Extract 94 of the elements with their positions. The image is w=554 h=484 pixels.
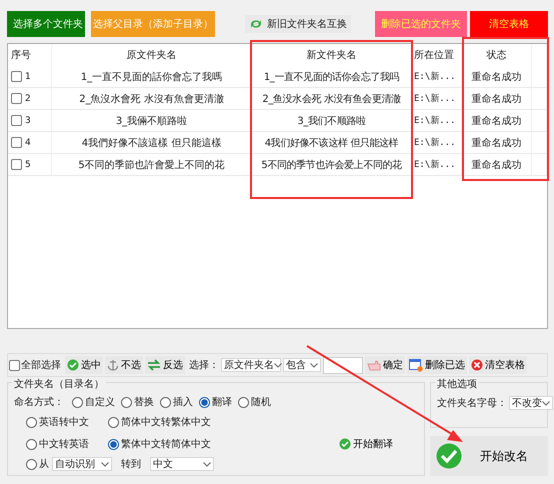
- table-cell-text: E:\新...: [414, 158, 456, 171]
- column-header: 所在位置: [412, 44, 462, 66]
- checkbox[interactable]: [11, 115, 22, 126]
- column-header: 状态: [462, 44, 532, 66]
- row-number: 2: [25, 94, 31, 104]
- table-cell-text: 2_魚沒水會死 水沒有魚會更清澈: [79, 92, 224, 106]
- check-circle-icon: [67, 359, 79, 371]
- toolbar-button[interactable]: 清空表格: [469, 356, 527, 374]
- group-title: 文件夹名（目录名）: [12, 377, 106, 391]
- anchor-icon: [107, 359, 119, 371]
- table-cell-text: 重命名成功: [472, 70, 522, 84]
- radio-button[interactable]: [26, 458, 37, 470]
- radio-button[interactable]: [121, 396, 132, 408]
- table-cell-text: 1_一直不見面的話你會忘了我嗎: [80, 70, 222, 84]
- row-number: 5: [25, 160, 31, 170]
- checkbox[interactable]: [11, 71, 22, 82]
- text-field[interactable]: [323, 356, 363, 374]
- radio-button[interactable]: [26, 438, 37, 450]
- radio-label: 随机: [251, 396, 271, 409]
- radio-button[interactable]: [199, 396, 210, 408]
- table-cell-text: 4我们好像不该这样 但只能这样: [264, 136, 398, 150]
- dropdown[interactable]: 不改变: [509, 396, 553, 410]
- dropdown[interactable]: 原文件夹名: [221, 358, 281, 372]
- dropdown-caret-icon: [274, 362, 282, 368]
- table-cell-text: 重命名成功: [472, 114, 522, 128]
- dropdown-caret-icon: [203, 462, 211, 466]
- table-cell-text: 4我們好像不該這樣 但只能這樣: [82, 136, 222, 150]
- radio-label: 英语转中文: [39, 416, 89, 429]
- field-label: 命名方式：: [14, 396, 64, 409]
- dropdown-caret-icon: [101, 462, 109, 466]
- toolbar-button[interactable]: 选择多个文件夹: [7, 11, 85, 37]
- radio-label: 繁体中文转简体中文: [121, 438, 211, 451]
- radio-button[interactable]: [108, 438, 119, 450]
- checkbox[interactable]: [11, 93, 22, 104]
- table-cell-text: E:\新...: [414, 70, 456, 83]
- dropdown-caret-icon: [310, 362, 318, 368]
- translate-button[interactable]: 开始翻译: [339, 437, 393, 451]
- checkbox[interactable]: [9, 360, 20, 370]
- radio-label: 自定义: [85, 396, 115, 409]
- checkbox[interactable]: [11, 159, 22, 170]
- table-cell-text: 重命名成功: [472, 136, 522, 150]
- table-cell-text: E:\新...: [414, 92, 456, 105]
- toolbar-button[interactable]: 反选: [145, 356, 185, 374]
- table-cell-text: E:\新...: [414, 114, 456, 127]
- check-circle-icon: [339, 438, 351, 450]
- radio-label: 翻译: [212, 396, 232, 409]
- radio-label: 插入: [173, 396, 193, 409]
- check-circle-icon: [436, 443, 462, 469]
- filter-label: 选择：: [189, 358, 219, 372]
- row-number: 3: [25, 116, 31, 126]
- field-label: 转到: [121, 458, 141, 471]
- row-number: 4: [25, 138, 31, 148]
- toolbar-button[interactable]: 删除已选: [407, 356, 467, 374]
- column-header: 新文件夹名: [252, 44, 412, 66]
- toolbar-button[interactable]: 确定: [365, 356, 405, 374]
- table-cell-text: 3_我们不顺路啦: [297, 114, 366, 128]
- window-delete-icon: [409, 358, 423, 372]
- column-header: 原文件夹名: [52, 44, 252, 66]
- table-cell-text: 1_一直不见面的话你会忘了我吗: [264, 70, 400, 84]
- column-header: 序号: [8, 44, 52, 66]
- checkbox-label: 全部选择: [21, 358, 61, 372]
- radio-button[interactable]: [238, 396, 249, 408]
- hand-icon: [367, 359, 381, 371]
- radio-button[interactable]: [72, 396, 83, 408]
- radio-button[interactable]: [108, 416, 119, 428]
- start-button[interactable]: 开始改名: [430, 436, 548, 476]
- clear-x-icon: [471, 359, 483, 371]
- table-cell-text: 重命名成功: [472, 92, 522, 106]
- table-cell-text: 3_我倆不順路啦: [116, 114, 188, 128]
- radio-label: 替换: [134, 396, 154, 409]
- row-number: 1: [25, 72, 31, 82]
- radio-button[interactable]: [160, 396, 171, 408]
- group-title: 其他选项: [435, 377, 479, 391]
- radio-label: 从: [39, 458, 49, 471]
- radio-label: 中文转英语: [39, 438, 89, 451]
- table-cell-text: E:\新...: [414, 136, 456, 149]
- radio-label: 简体中文转繁体中文: [121, 416, 211, 429]
- dropdown[interactable]: 中文: [150, 457, 214, 471]
- toolbar-button[interactable]: 不选: [105, 356, 143, 374]
- table-cell-text: 5不同的季節也許會愛上不同的花: [78, 158, 225, 172]
- toolbar-button[interactable]: 清空表格: [470, 11, 548, 37]
- dropdown[interactable]: 包含: [283, 358, 321, 372]
- swap-arrows-icon: [147, 359, 161, 371]
- radio-button[interactable]: [26, 416, 37, 428]
- table-cell-text: 重命名成功: [472, 158, 522, 172]
- dropdown-caret-icon: [542, 400, 550, 406]
- refresh-icon: [249, 18, 263, 30]
- dropdown[interactable]: 自动识别: [52, 457, 112, 471]
- field-label: 文件夹名字母：: [437, 396, 507, 410]
- table-cell-text: 2_鱼没水会死 水没有鱼会更清澈: [262, 92, 401, 106]
- checkbox[interactable]: [11, 137, 22, 148]
- swap-button[interactable]: 新旧文件夹名互换: [245, 15, 351, 33]
- table-cell-text: 5不同的季节也许会爱上不同的花: [261, 158, 402, 172]
- toolbar-button[interactable]: 选中: [65, 356, 103, 374]
